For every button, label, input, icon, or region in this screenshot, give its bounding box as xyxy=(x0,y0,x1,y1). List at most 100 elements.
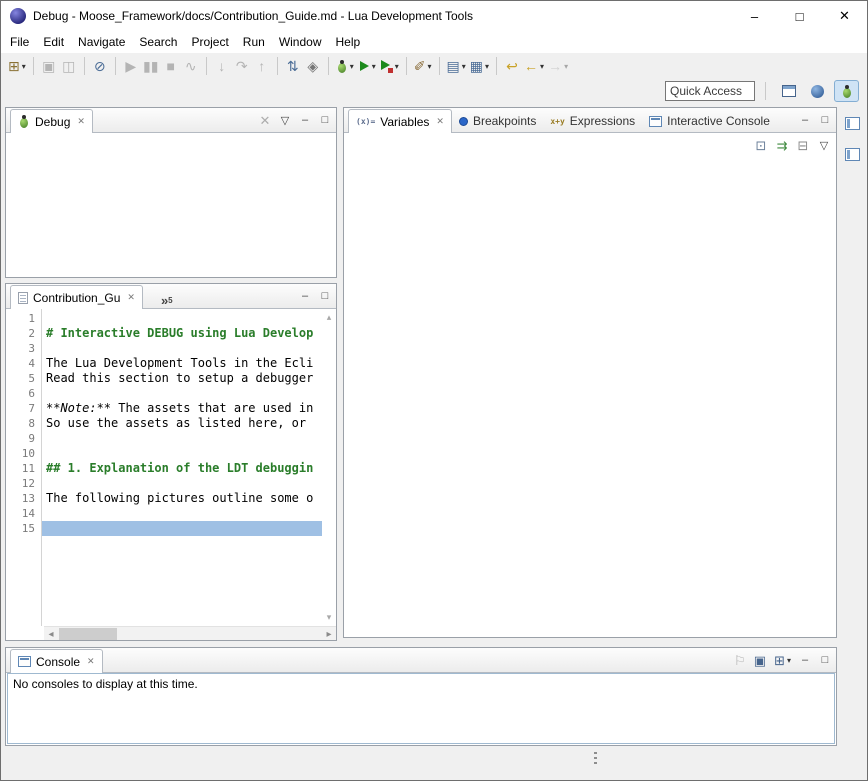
dropdown-caret-icon[interactable]: ▾ xyxy=(395,62,399,71)
use-step-filters-button[interactable]: ⇅ xyxy=(283,55,303,77)
dropdown-caret-icon[interactable]: ▾ xyxy=(540,62,544,71)
dropdown-caret-icon[interactable]: ▾ xyxy=(564,62,568,71)
sash-handle[interactable] xyxy=(594,752,597,767)
maximize-view-button[interactable]: □ xyxy=(819,114,831,126)
maximize-view-button[interactable]: □ xyxy=(319,114,331,126)
restore-minimized-view-2-button[interactable] xyxy=(841,144,863,164)
code-line[interactable] xyxy=(42,341,322,356)
maximize-view-button[interactable]: □ xyxy=(319,290,331,302)
code-line[interactable]: The Lua Development Tools in the Ecli xyxy=(42,356,322,371)
code-line[interactable] xyxy=(42,386,322,401)
code-line[interactable]: # Interactive DEBUG using Lua Develop xyxy=(42,326,322,341)
code-line[interactable]: Read this section to setup a debugger xyxy=(42,371,322,386)
lua-perspective-button[interactable] xyxy=(805,80,830,102)
code-area[interactable]: # Interactive DEBUG using Lua Develop The… xyxy=(42,309,322,626)
scroll-down-icon[interactable]: ▾ xyxy=(327,612,332,623)
code-line[interactable] xyxy=(42,446,322,461)
menu-edit[interactable]: Edit xyxy=(36,32,71,52)
titlebar: Debug - Moose_Framework/docs/Contributio… xyxy=(1,1,867,31)
new-wizard-button[interactable]: ⊞▾ xyxy=(6,55,28,77)
close-tab-icon[interactable]: ✕ xyxy=(87,656,95,667)
dropdown-caret-icon[interactable]: ▾ xyxy=(428,62,432,71)
restore-minimized-view-1-button[interactable] xyxy=(841,113,863,133)
dropdown-caret-icon[interactable]: ▾ xyxy=(350,62,354,71)
maximize-view-button[interactable]: □ xyxy=(819,654,831,666)
save-all-button: ◫ xyxy=(59,55,79,77)
tab-breakpoints[interactable]: Breakpoints xyxy=(452,110,543,132)
close-tab-icon[interactable]: ✕ xyxy=(436,116,444,127)
menu-window[interactable]: Window xyxy=(272,32,329,52)
code-text: So use the assets as listed here, or xyxy=(46,416,313,430)
minimize-view-button[interactable]: ‒ xyxy=(799,654,811,666)
close-tab-icon[interactable]: ✕ xyxy=(77,116,85,127)
debug-perspective-button[interactable] xyxy=(834,80,859,102)
external-tools-button[interactable]: ▾ xyxy=(378,55,401,77)
dropdown-caret-icon[interactable]: ▾ xyxy=(485,62,489,71)
quick-access-input[interactable] xyxy=(665,81,755,101)
tab-interactive-console[interactable]: Interactive Console xyxy=(642,110,777,132)
editor-horizontal-scrollbar[interactable]: ◂ ▸ xyxy=(44,626,336,640)
close-tab-icon[interactable]: ✕ xyxy=(127,292,135,303)
debug-options-button[interactable]: ◈ xyxy=(303,55,323,77)
minimize-button[interactable]: – xyxy=(732,1,777,31)
new-lua-project-button[interactable]: ▦▾ xyxy=(468,55,491,77)
minimize-view-button[interactable]: ‒ xyxy=(799,114,811,126)
menu-search[interactable]: Search xyxy=(132,32,184,52)
show-type-names-button[interactable]: ⊡ xyxy=(755,139,767,152)
view-menu-button[interactable]: ▽ xyxy=(279,114,291,127)
back-button[interactable]: ←▾ xyxy=(522,55,546,77)
new-lua-file-button[interactable]: ▤▾ xyxy=(445,55,468,77)
dropdown-caret-icon[interactable]: ▾ xyxy=(462,62,466,71)
tab-variables[interactable]: (x)=Variables✕ xyxy=(348,109,452,133)
step-into-icon: ↓ xyxy=(218,59,225,73)
scroll-right-icon[interactable]: ▸ xyxy=(322,627,336,641)
minimize-view-button[interactable]: ‒ xyxy=(299,290,311,302)
perspective-bar xyxy=(776,80,859,102)
code-line[interactable]: The following pictures outline some o xyxy=(42,491,322,506)
remove-all-terminated-button: ✕ xyxy=(259,114,271,127)
dropdown-caret-icon[interactable]: ▾ xyxy=(22,62,26,71)
code-line[interactable] xyxy=(42,476,322,491)
code-line[interactable] xyxy=(42,506,322,521)
code-line[interactable]: So use the assets as listed here, or xyxy=(42,416,322,431)
debug-button[interactable]: ▾ xyxy=(334,55,356,77)
open-console-button[interactable]: ⊞▾ xyxy=(774,654,791,667)
collapse-all-button[interactable]: ⊟ xyxy=(797,139,809,152)
menu-navigate[interactable]: Navigate xyxy=(71,32,132,52)
run-button[interactable]: ▾ xyxy=(356,55,378,77)
code-line[interactable]: ## 1. Explanation of the LDT debuggin xyxy=(42,461,322,476)
skip-all-breakpoints-button[interactable]: ⊘ xyxy=(90,55,110,77)
scroll-left-icon[interactable]: ◂ xyxy=(44,627,58,641)
tab-debug[interactable]: Debug ✕ xyxy=(10,109,93,133)
menu-file[interactable]: File xyxy=(3,32,36,52)
code-line[interactable] xyxy=(42,431,322,446)
line-number-ruler[interactable]: 123456789101112131415 xyxy=(6,309,42,626)
new-wizard-icon: ⊞ xyxy=(8,59,20,73)
code-line[interactable] xyxy=(42,521,322,536)
menu-help[interactable]: Help xyxy=(329,32,368,52)
minimize-view-button[interactable]: ‒ xyxy=(299,114,311,126)
display-selected-console-button[interactable]: ▣ xyxy=(754,654,766,667)
show-logical-structures-button[interactable]: ⇉ xyxy=(776,139,788,152)
hidden-editors-chevron[interactable]: »5 xyxy=(157,286,177,308)
scroll-up-icon[interactable]: ▴ xyxy=(327,312,332,323)
menu-run[interactable]: Run xyxy=(236,32,272,52)
scroll-thumb[interactable] xyxy=(59,628,117,640)
tab-contribution-guide[interactable]: Contribution_Gu ✕ xyxy=(10,285,143,309)
editor-vertical-scrollbar[interactable]: ▴ ▾ xyxy=(322,309,336,626)
last-edit-location-button[interactable]: ↩ xyxy=(502,55,522,77)
code-line[interactable]: **Note:** The assets that are used in xyxy=(42,401,322,416)
pin-console-icon: ⚐ xyxy=(734,654,746,667)
close-button[interactable]: ✕ xyxy=(822,1,867,31)
maximize-button[interactable]: □ xyxy=(777,1,822,31)
open-lua-element-button[interactable]: ✐▾ xyxy=(412,55,434,77)
tab-console[interactable]: Console ✕ xyxy=(10,649,103,673)
code-line[interactable] xyxy=(42,311,322,326)
tab-expressions[interactable]: x+yExpressions xyxy=(543,110,642,132)
console-message: No consoles to display at this time. xyxy=(13,677,829,691)
open-perspective-button[interactable] xyxy=(776,80,801,102)
menu-project[interactable]: Project xyxy=(184,32,235,52)
dropdown-caret-icon[interactable]: ▾ xyxy=(787,656,791,665)
dropdown-caret-icon[interactable]: ▾ xyxy=(372,62,376,71)
view-menu-button[interactable]: ▽ xyxy=(818,139,830,152)
